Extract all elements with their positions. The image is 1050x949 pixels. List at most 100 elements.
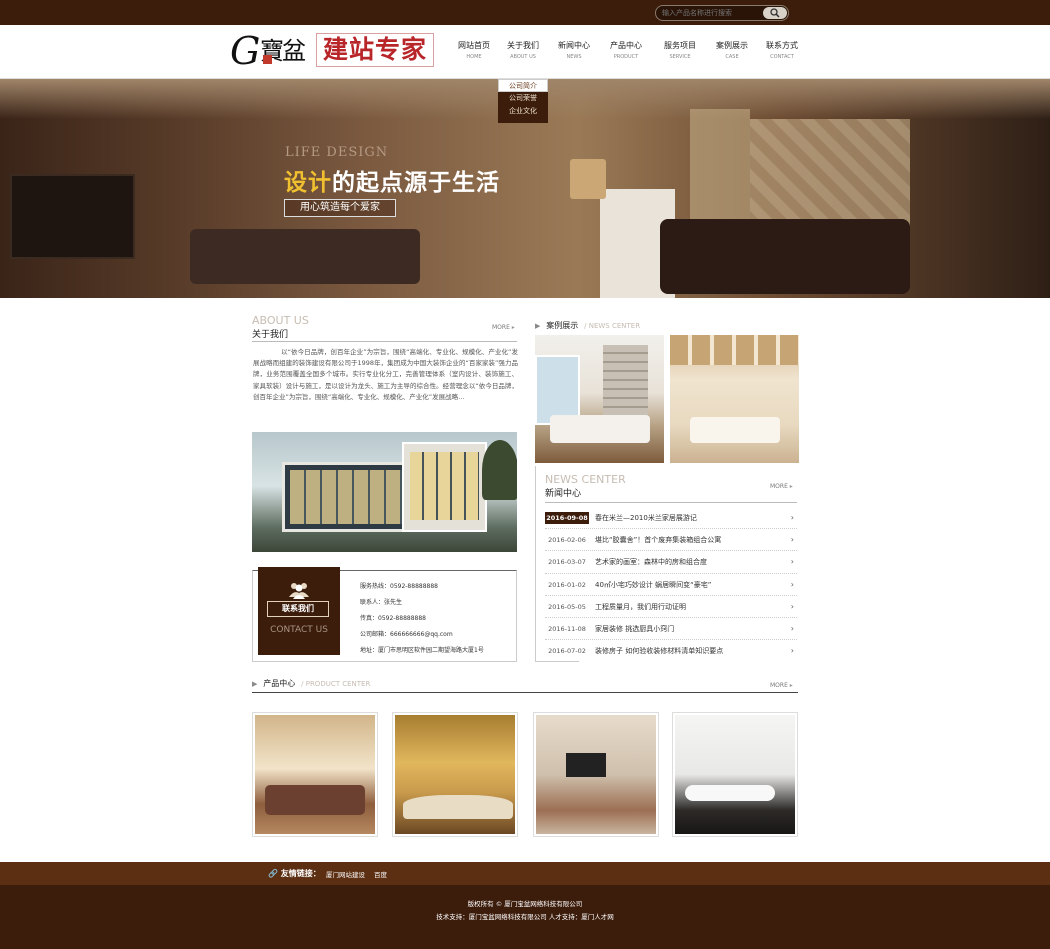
- building-tower: [402, 442, 487, 532]
- news-title-text: 春在米兰—2010米兰家居展游记: [595, 514, 697, 522]
- friend-link[interactable]: 厦门网站建设: [326, 869, 365, 879]
- about-text: 以“依今日品牌，创百年企业”为宗旨，围绕“高端化、专业化、规模化、产业化”发展战…: [253, 348, 518, 401]
- hero-tagline: 用心筑造每个爱家: [284, 199, 396, 217]
- friend-link[interactable]: 百度: [374, 869, 387, 879]
- news-item[interactable]: 2016-01-02 40㎡小宅巧妙设计 蜗居瞬间变“豪宅” ›: [545, 574, 797, 596]
- news-date: 2016-03-07: [548, 558, 586, 567]
- chevron-right-icon: ›: [790, 623, 794, 633]
- product-card[interactable]: [392, 712, 518, 837]
- product-daybed: [685, 785, 775, 801]
- about-more-link[interactable]: MORE: [492, 324, 515, 331]
- news-title-text: 工程质量月，我们用行动证明: [595, 602, 686, 611]
- case-image[interactable]: [670, 335, 799, 463]
- news-item[interactable]: 2016-02-06 堪比“胶囊舍”！首个废弃集装箱组合公寓 ›: [545, 529, 797, 552]
- people-icon: [289, 583, 309, 599]
- nav-about[interactable]: 关于我们 ABOUT US: [498, 40, 548, 62]
- nav-sublabel: CASE: [725, 54, 739, 60]
- news-frame-line: [535, 466, 536, 662]
- contact-en-label: CONTACT US: [270, 625, 328, 635]
- dropdown-item[interactable]: 公司荣誉: [498, 92, 548, 105]
- triangle-icon: ▶: [535, 322, 541, 330]
- top-bar: [0, 0, 1050, 25]
- nav-sublabel: NEWS: [566, 54, 582, 60]
- footer: 版权所有 © 厦门宝盆网络科技有限公司 技术支持：厦门宝盆网络科技有限公司 人才…: [0, 885, 1050, 949]
- triangle-icon: ▶: [252, 680, 258, 688]
- news-en-title: NEWS CENTER: [545, 473, 626, 486]
- chevron-right-icon: ›: [790, 601, 794, 611]
- hero-slogan: 设计的起点源于生活: [284, 163, 500, 197]
- news-item[interactable]: 2016-09-08 春在米兰—2010米兰家居展游记 ›: [545, 507, 797, 530]
- hero-sofa: [190, 229, 420, 284]
- contact-person: 联系人：张先生: [360, 599, 403, 606]
- nav-product[interactable]: 产品中心 PRODUCT: [601, 40, 651, 62]
- about-title: 关于我们: [252, 330, 289, 340]
- about-header: ABOUT US 关于我们 MORE: [252, 314, 517, 342]
- news-item[interactable]: 2016-03-07 艺术家的画室：森林中的房和组合度 ›: [545, 551, 797, 574]
- nav-contact[interactable]: 联系方式 CONTACT: [757, 40, 807, 62]
- contact-box: 联系我们 CONTACT US 服务热线：0592-88888888 联系人：张…: [252, 567, 517, 662]
- product-tv: [566, 753, 606, 777]
- products-header: ▶ 产品中心 / PRODUCT CENTER MORE: [252, 678, 798, 693]
- hero-english-title: LIFE DESIGN: [285, 145, 389, 160]
- contact-fax: 传真：0592-88888888: [360, 615, 426, 622]
- logo-slogan: 建站专家: [316, 33, 434, 67]
- nav-label: 联系方式: [766, 41, 798, 50]
- news-date: 2016-09-08: [545, 512, 589, 524]
- chevron-right-icon: ›: [790, 646, 794, 656]
- about-dropdown: 公司简介 公司荣誉 企业文化: [498, 79, 548, 123]
- nav-label: 案例展示: [716, 41, 748, 50]
- news-date: 2016-07-02: [548, 647, 586, 656]
- contact-badge: 联系我们 CONTACT US: [258, 567, 340, 655]
- product-card[interactable]: [252, 712, 378, 837]
- nav-sublabel: CONTACT: [770, 54, 794, 60]
- about-en-title: ABOUT US: [252, 314, 309, 327]
- dropdown-item[interactable]: 企业文化: [498, 105, 548, 118]
- news-item[interactable]: 2016-11-08 家居装修 挑选厨具小窍门 ›: [545, 618, 797, 641]
- friend-links-bar: 🔗 友情链接： 厦门网站建设 百度: [0, 862, 1050, 885]
- product-image: [255, 715, 375, 834]
- news-date: 2016-02-06: [548, 536, 586, 545]
- hero-slogan-highlight: 设计: [284, 170, 332, 196]
- news-date: 2016-11-08: [548, 624, 586, 633]
- chevron-right-icon: ›: [790, 513, 794, 522]
- search-button[interactable]: [763, 7, 787, 19]
- nav-label: 新闻中心: [558, 41, 590, 50]
- search-box: [655, 5, 789, 21]
- logo[interactable]: G 寶盆 建站专家: [230, 30, 435, 72]
- products-en-title: / PRODUCT CENTER: [301, 680, 371, 688]
- nav-service[interactable]: 服务项目 SERVICE: [655, 40, 705, 62]
- case-image[interactable]: [535, 335, 664, 463]
- case-ceiling: [670, 335, 799, 365]
- news-title-text: 40㎡小宅巧妙设计 蜗居瞬间变“豪宅”: [595, 580, 712, 589]
- link-icon: 🔗: [268, 869, 278, 878]
- news-item[interactable]: 2016-05-05 工程质量月，我们用行动证明 ›: [545, 596, 797, 618]
- nav-label: 服务项目: [664, 41, 696, 50]
- case-sofa: [550, 415, 650, 443]
- nav-home[interactable]: 网站首页 HOME: [449, 40, 499, 62]
- product-card[interactable]: [672, 712, 798, 837]
- header: G 寶盆 建站专家 网站首页 HOME 关于我们 ABOUT US 新闻中心 N…: [0, 25, 1050, 79]
- search-input[interactable]: [662, 7, 762, 19]
- nav-news[interactable]: 新闻中心 NEWS: [549, 40, 599, 62]
- contact-us-button[interactable]: 联系我们: [267, 601, 329, 617]
- nav-sublabel: ABOUT US: [510, 54, 536, 60]
- product-image: [395, 715, 515, 834]
- news-item[interactable]: 2016-07-02 装修房子 如何验收装修材料清单知识要点 ›: [545, 640, 797, 662]
- cases-title: 案例展示: [546, 321, 579, 330]
- news-date: 2016-01-02: [548, 580, 586, 589]
- news-list: 2016-09-08 春在米兰—2010米兰家居展游记 › 2016-02-06…: [545, 507, 797, 662]
- product-card[interactable]: [533, 712, 659, 837]
- nav-case[interactable]: 案例展示 CASE: [707, 40, 757, 62]
- news-date: 2016-05-05: [548, 602, 586, 611]
- news-title-text: 艺术家的画室：森林中的房和组合度: [595, 558, 707, 567]
- news-title-text: 家居装修 挑选厨具小窍门: [595, 624, 675, 633]
- products-more-link[interactable]: MORE: [770, 682, 793, 689]
- dropdown-item[interactable]: 公司简介: [498, 79, 548, 92]
- hero-lamp: [570, 159, 606, 199]
- product-image: [675, 715, 795, 834]
- case-fireplace: [603, 345, 648, 415]
- hero-dining-chairs: [660, 219, 910, 294]
- chevron-right-icon: ›: [790, 557, 794, 567]
- case-sofa: [690, 417, 780, 443]
- news-more-link[interactable]: MORE: [770, 483, 793, 490]
